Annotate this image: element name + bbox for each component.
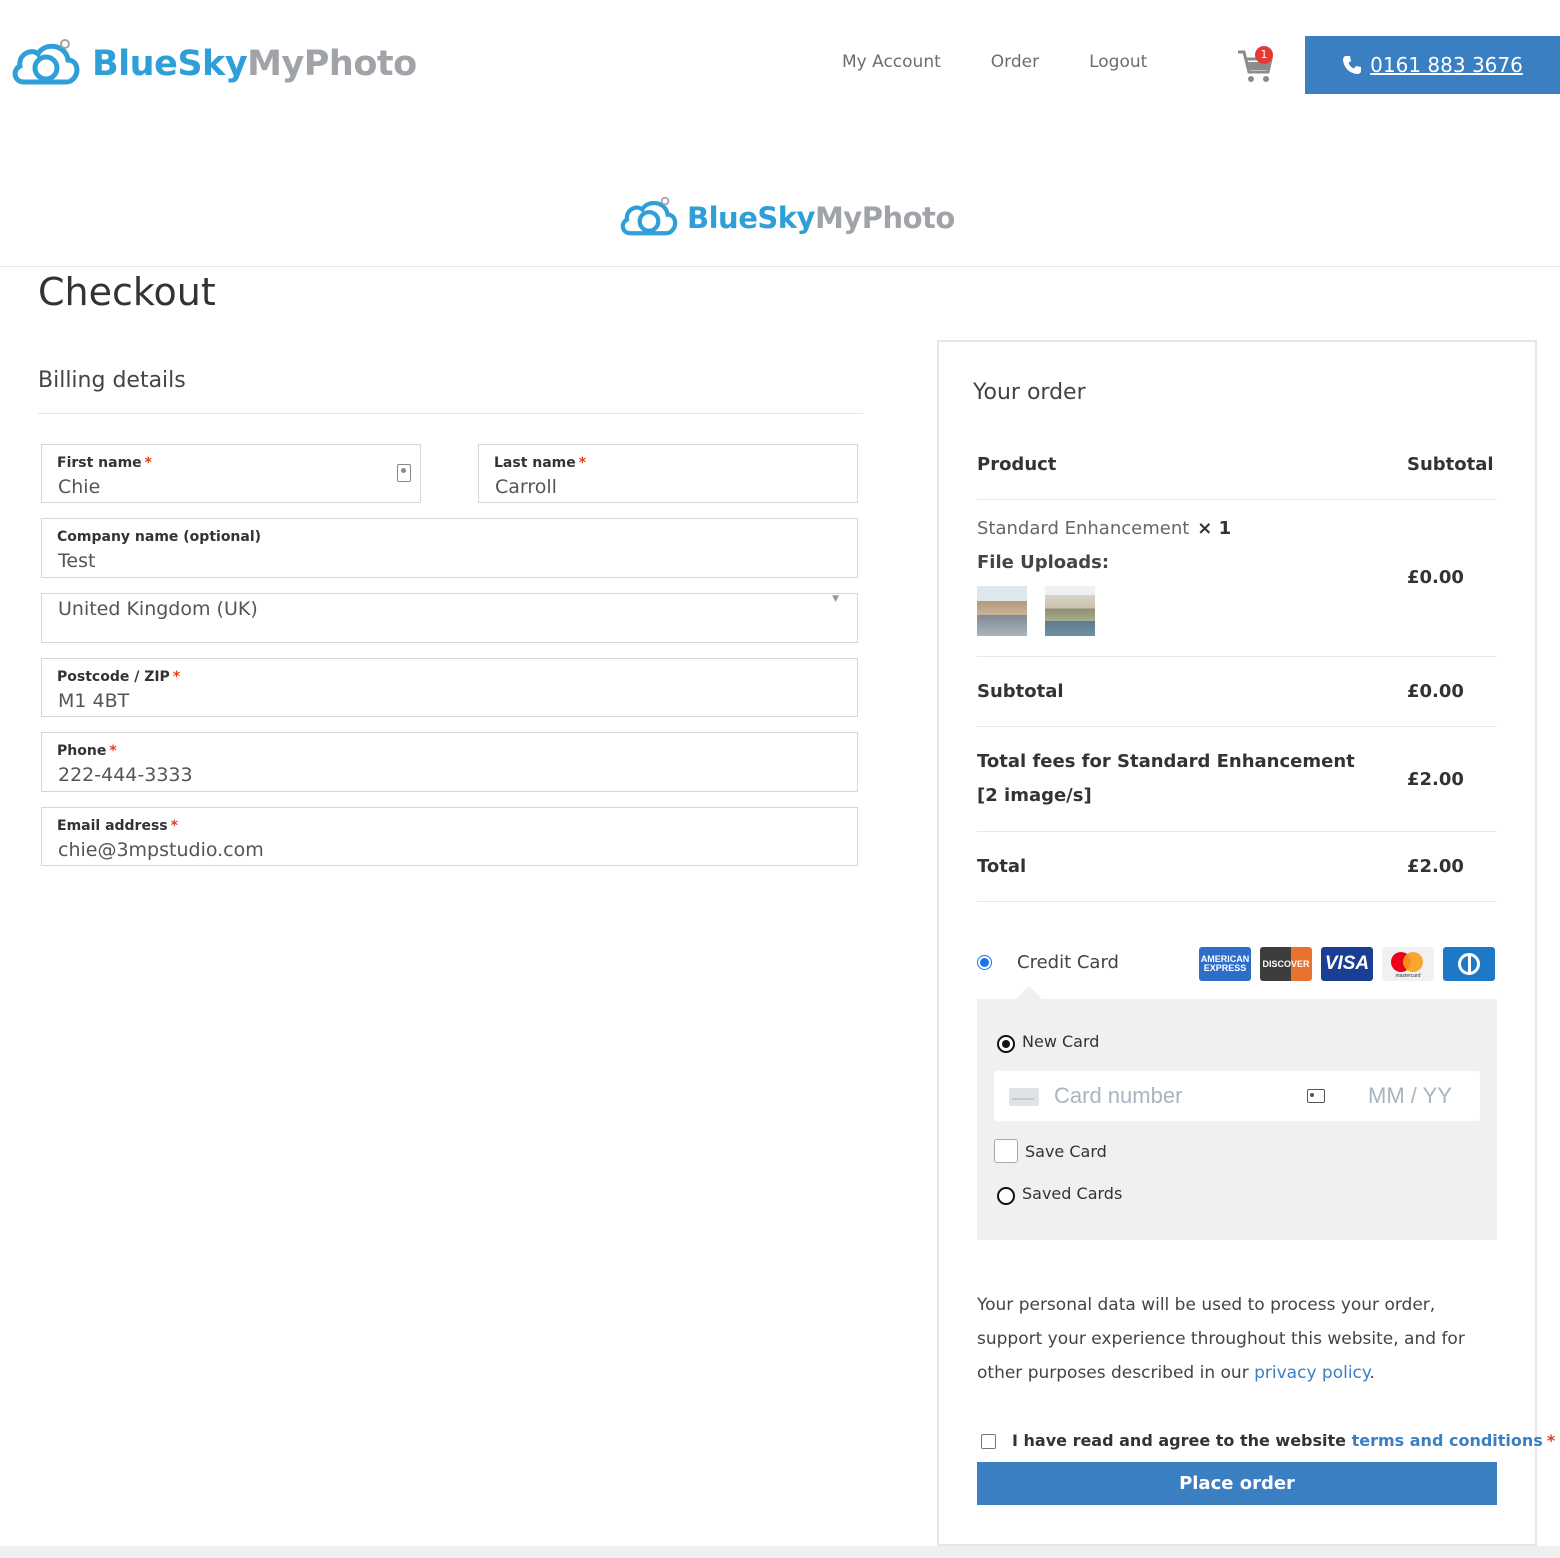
required-mark: * — [144, 455, 152, 471]
last-name-field[interactable]: Last name * Carroll — [478, 444, 858, 503]
nav-my-account[interactable]: My Account — [842, 52, 941, 72]
phone-field[interactable]: Phone * 222-444-3333 — [41, 732, 858, 792]
first-name-value: Chie — [58, 476, 101, 498]
credit-card-radio[interactable] — [977, 955, 992, 970]
save-card-checkbox[interactable] — [994, 1139, 1018, 1163]
phone-value: 222-444-3333 — [58, 764, 193, 786]
center-logo: BlueSkyMyPhoto — [618, 196, 955, 240]
payment-box-notch — [1016, 986, 1042, 999]
cloud-camera-icon — [12, 39, 80, 85]
save-card-label: Save Card — [1025, 1142, 1107, 1161]
required-mark: * — [172, 669, 181, 685]
required-mark: * — [109, 743, 117, 759]
order-title: Your order — [973, 380, 1086, 405]
billing-divider — [38, 413, 863, 414]
terms-link[interactable]: terms and conditions — [1352, 1431, 1543, 1450]
total-amount: £2.00 — [1407, 856, 1464, 877]
mastercard-icon: mastercard — [1382, 947, 1434, 981]
upload-thumbnail[interactable] — [977, 586, 1027, 636]
terms-label: I have read and agree to the website ter… — [1012, 1431, 1556, 1450]
subtotal-column-header: Subtotal — [1407, 454, 1494, 475]
subtotal-amount: £0.00 — [1407, 681, 1464, 702]
expiry-placeholder[interactable]: MM / YY — [1368, 1083, 1452, 1109]
new-card-label: New Card — [1022, 1032, 1100, 1051]
file-uploads-label: File Uploads: — [977, 552, 1110, 573]
first-name-field[interactable]: First name * Chie — [41, 444, 421, 503]
required-mark: * — [578, 455, 587, 471]
email-value: chie@3mpstudio.com — [58, 839, 264, 861]
terms-checkbox[interactable] — [981, 1434, 996, 1449]
fees-amount: £2.00 — [1407, 769, 1464, 790]
saved-cards-label: Saved Cards — [1022, 1184, 1123, 1203]
cart-count-badge: 1 — [1255, 46, 1273, 64]
phone-icon — [1343, 56, 1362, 74]
subtotal-label: Subtotal — [977, 681, 1064, 702]
cart-button[interactable]: 1 — [1236, 46, 1276, 86]
contact-card-icon[interactable] — [397, 464, 411, 482]
company-value: Test — [58, 550, 96, 572]
country-value: United Kingdom (UK) — [58, 598, 258, 620]
order-table-header: Product Subtotal — [977, 440, 1497, 500]
chevron-down-icon: ▼ — [832, 594, 839, 604]
phone-number: 0161 883 3676 — [1370, 53, 1523, 77]
email-label: Email address — [57, 818, 168, 834]
page-title: Checkout — [38, 270, 216, 314]
nav-logout[interactable]: Logout — [1089, 52, 1147, 72]
subtotal-row: Subtotal £0.00 — [977, 657, 1497, 727]
saved-cards-radio[interactable] — [997, 1187, 1015, 1205]
phone-button[interactable]: 0161 883 3676 — [1305, 36, 1560, 94]
nav-order[interactable]: Order — [991, 52, 1039, 72]
postcode-value: M1 4BT — [58, 690, 130, 712]
header-divider — [0, 266, 1560, 267]
footer-strip — [0, 1546, 1560, 1558]
upload-thumbnail[interactable] — [1045, 586, 1095, 636]
phone-label: Phone — [57, 743, 107, 759]
main-nav: My Account Order Logout — [842, 52, 1197, 72]
last-name-label: Last name — [494, 455, 576, 471]
product-name: Standard Enhancement — [977, 518, 1190, 539]
postcode-field[interactable]: Postcode / ZIP * M1 4BT — [41, 658, 858, 717]
last-name-value: Carroll — [495, 476, 557, 498]
privacy-policy-link[interactable]: privacy policy — [1254, 1363, 1369, 1383]
billing-title: Billing details — [38, 368, 186, 393]
fees-row: Total fees for Standard Enhancement [2 i… — [977, 727, 1497, 832]
item-amount: £0.00 — [1407, 567, 1464, 588]
fees-label: Total fees for Standard Enhancement [2 i… — [977, 751, 1355, 806]
new-card-radio[interactable] — [997, 1035, 1015, 1053]
site-logo[interactable]: BlueSkyMyPhoto — [10, 38, 417, 90]
logo-wordmark: BlueSkyMyPhoto — [687, 201, 955, 235]
amex-icon: AMERICAN EXPRESS — [1199, 947, 1251, 981]
postcode-label: Postcode / ZIP — [57, 669, 170, 685]
country-select[interactable]: United Kingdom (UK) ▼ — [41, 593, 858, 643]
product-column-header: Product — [977, 454, 1057, 475]
discover-icon: DISCOVER — [1260, 947, 1312, 981]
order-item-row: Standard Enhancement × 1 File Uploads: £0… — [977, 500, 1497, 657]
logo-wordmark: BlueSkyMyPhoto — [92, 44, 417, 84]
card-number-placeholder: Card number — [1054, 1083, 1183, 1108]
total-label: Total — [977, 856, 1027, 877]
company-label: Company name (optional) — [57, 529, 262, 545]
required-mark: * — [170, 818, 178, 834]
email-field[interactable]: Email address * chie@3mpstudio.com — [41, 807, 858, 866]
first-name-label: First name — [57, 455, 142, 471]
place-order-button[interactable]: Place order — [977, 1462, 1497, 1505]
cloud-camera-icon — [620, 196, 678, 236]
card-brand-logos: AMERICAN EXPRESS DISCOVER VISA mastercar… — [1199, 947, 1504, 981]
visa-icon: VISA — [1321, 947, 1373, 981]
company-field[interactable]: Company name (optional) Test — [41, 518, 858, 578]
card-number-input[interactable]: Card number MM / YY — [994, 1071, 1480, 1121]
diners-club-icon — [1443, 947, 1495, 981]
autofill-icon[interactable] — [1307, 1089, 1325, 1103]
privacy-notice: Your personal data will be used to proce… — [977, 1295, 1465, 1383]
product-quantity: × 1 — [1197, 518, 1232, 539]
total-row: Total £2.00 — [977, 832, 1497, 902]
credit-card-label: Credit Card — [1017, 952, 1119, 973]
credit-card-icon — [1009, 1088, 1039, 1106]
